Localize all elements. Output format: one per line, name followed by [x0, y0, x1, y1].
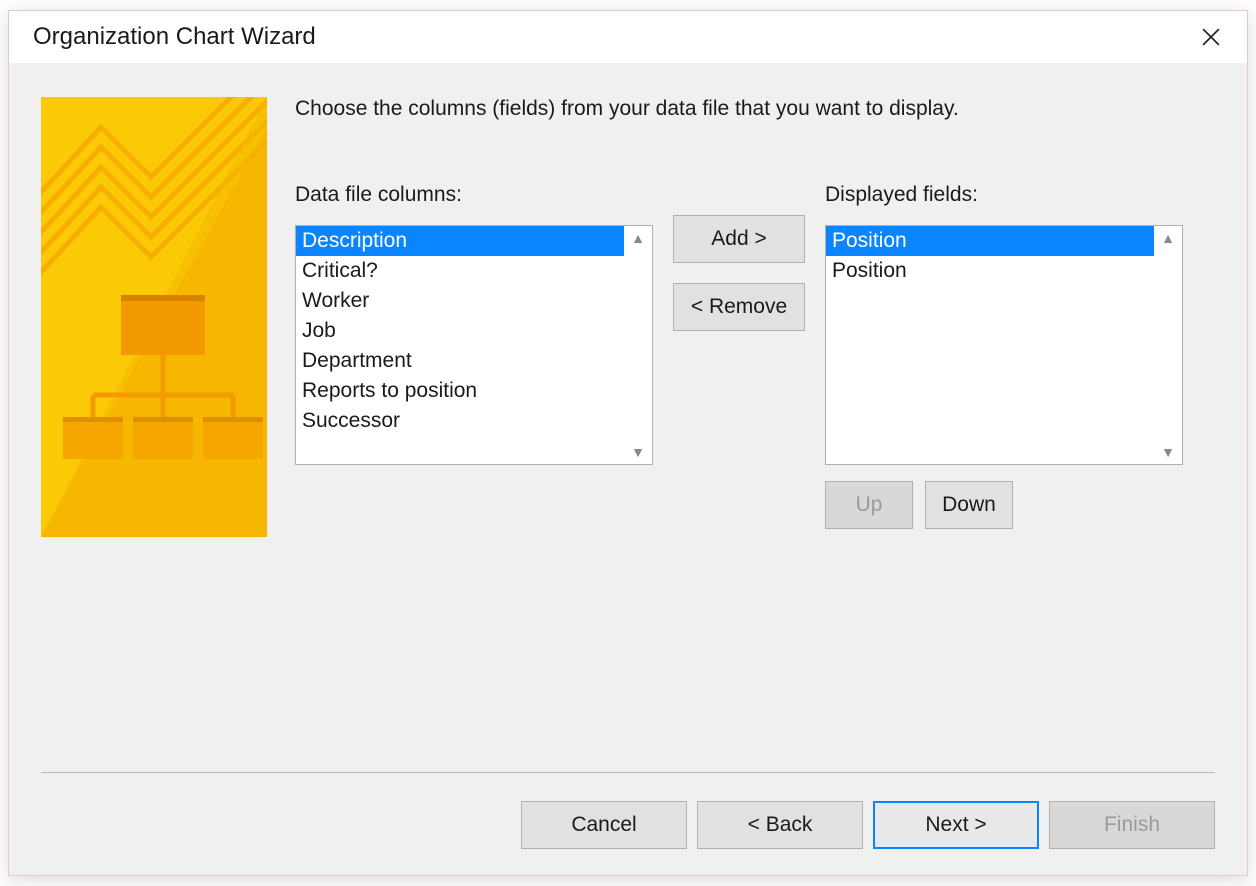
data-columns-label: Data file columns: [295, 183, 653, 207]
divider [41, 772, 1215, 773]
footer-buttons: Cancel < Back Next > Finish [41, 801, 1215, 875]
displayed-fields-label: Displayed fields: [825, 183, 1183, 207]
list-item[interactable]: Description [296, 226, 624, 256]
data-columns-listbox[interactable]: DescriptionCritical?WorkerJobDepartmentR… [295, 225, 653, 465]
content-area: Choose the columns (fields) from your da… [9, 63, 1247, 875]
list-item[interactable]: Successor [296, 406, 624, 436]
cancel-button[interactable]: Cancel [521, 801, 687, 849]
dialog-title: Organization Chart Wizard [33, 23, 316, 51]
add-button[interactable]: Add > [673, 215, 805, 263]
displayed-fields-listbox[interactable]: PositionPosition ▲ ▼ [825, 225, 1183, 465]
list-item[interactable]: Job [296, 316, 624, 346]
back-button[interactable]: < Back [697, 801, 863, 849]
org-chart-icon [41, 97, 267, 537]
chevron-down-icon[interactable]: ▼ [1161, 444, 1175, 460]
titlebar: Organization Chart Wizard [9, 11, 1247, 63]
down-button[interactable]: Down [925, 481, 1013, 529]
finish-button[interactable]: Finish [1049, 801, 1215, 849]
list-item[interactable]: Worker [296, 286, 624, 316]
list-item[interactable]: Position [826, 226, 1154, 256]
list-item[interactable]: Reports to position [296, 376, 624, 406]
chevron-up-icon[interactable]: ▲ [1161, 230, 1175, 246]
scrollbar[interactable]: ▲ ▼ [624, 226, 652, 464]
instruction-text: Choose the columns (fields) from your da… [295, 97, 1215, 121]
close-icon [1202, 28, 1220, 46]
scrollbar[interactable]: ▲ ▼ [1154, 226, 1182, 464]
wizard-illustration [41, 97, 267, 537]
list-item[interactable]: Position [826, 256, 1154, 286]
list-item[interactable]: Critical? [296, 256, 624, 286]
next-button[interactable]: Next > [873, 801, 1039, 849]
chevron-up-icon[interactable]: ▲ [631, 230, 645, 246]
wizard-dialog: Organization Chart Wizard [8, 10, 1248, 876]
list-item[interactable]: Department [296, 346, 624, 376]
up-button[interactable]: Up [825, 481, 913, 529]
close-button[interactable] [1191, 17, 1231, 57]
remove-button[interactable]: < Remove [673, 283, 805, 331]
chevron-down-icon[interactable]: ▼ [631, 444, 645, 460]
